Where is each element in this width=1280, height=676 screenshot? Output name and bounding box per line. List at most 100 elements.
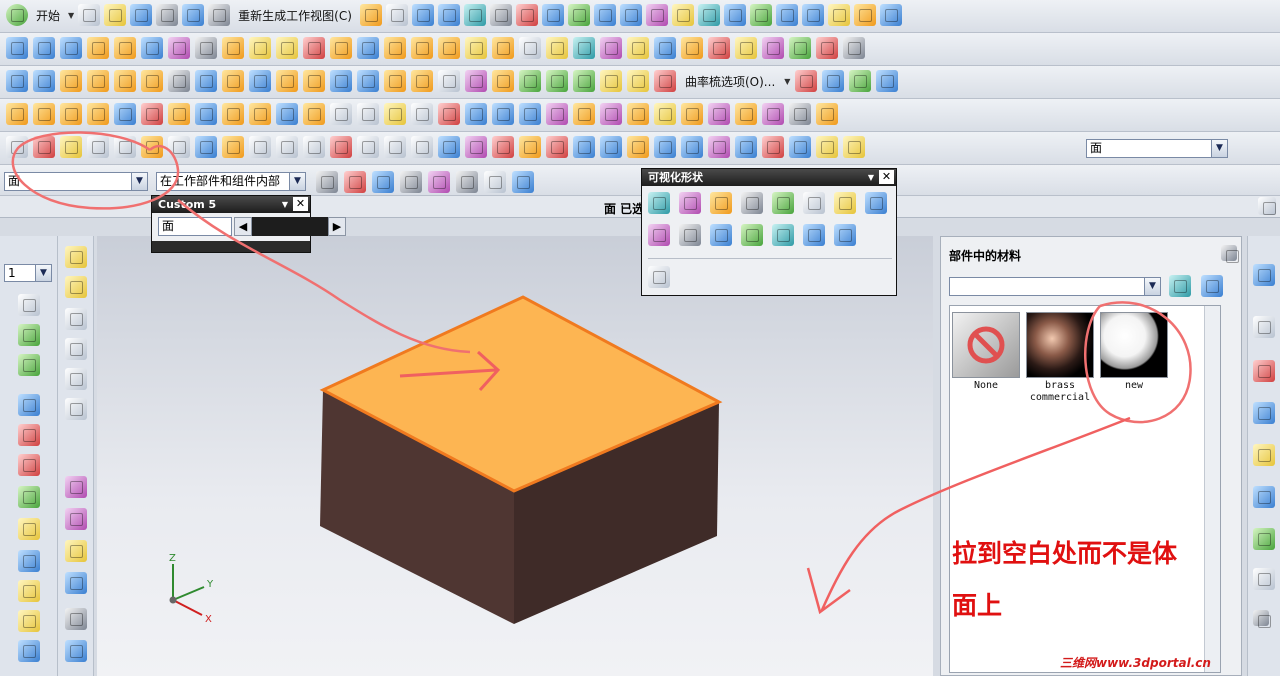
orient-view-icon[interactable] xyxy=(463,4,486,26)
roles-tab-icon[interactable] xyxy=(1253,402,1275,424)
wcs-rotate-icon[interactable] xyxy=(18,454,40,476)
warp-icon[interactable] xyxy=(735,37,757,59)
users-tab-icon[interactable] xyxy=(1253,444,1275,466)
type-filter-select[interactable]: 面 ▼ xyxy=(4,172,148,191)
analysis-icon[interactable] xyxy=(822,70,845,92)
ellipse-icon[interactable] xyxy=(87,136,109,158)
tangent-curve-icon[interactable] xyxy=(65,368,87,390)
layer-visible-icon[interactable] xyxy=(18,324,40,346)
thread-icon[interactable] xyxy=(168,70,190,92)
plus-point-icon[interactable] xyxy=(276,136,298,158)
rotate-icon[interactable] xyxy=(437,4,460,26)
intent-icon[interactable] xyxy=(456,171,478,193)
replay-icon[interactable] xyxy=(708,103,730,125)
promote-icon[interactable] xyxy=(762,103,784,125)
polygon-icon[interactable] xyxy=(384,136,406,158)
background-icon[interactable] xyxy=(710,224,732,246)
feature-group-icon[interactable] xyxy=(735,103,757,125)
coordinate-icon[interactable] xyxy=(65,640,87,662)
revolve-icon[interactable] xyxy=(33,70,55,92)
through-mesh-icon[interactable] xyxy=(87,37,109,59)
offset-face-icon[interactable] xyxy=(438,70,460,92)
shaded-sphere-icon[interactable] xyxy=(567,4,590,26)
assembly-navigator-icon[interactable] xyxy=(6,103,28,125)
refresh-icon[interactable] xyxy=(541,4,564,26)
reorder-icon[interactable] xyxy=(627,103,649,125)
start-menu-button[interactable]: 开始 xyxy=(32,7,64,24)
layer-select[interactable]: 1 ▼ xyxy=(4,264,52,282)
fit-view-icon[interactable] xyxy=(359,4,382,26)
swept-icon[interactable] xyxy=(114,37,136,59)
edit-parameters-icon[interactable] xyxy=(573,103,595,125)
move-face-icon[interactable] xyxy=(384,103,406,125)
stage-icon[interactable] xyxy=(803,224,825,246)
close-icon[interactable]: ✕ xyxy=(879,170,894,184)
shaded-cube-icon[interactable] xyxy=(679,224,701,246)
intersect-curve-icon[interactable] xyxy=(600,136,622,158)
ruler-icon[interactable] xyxy=(600,70,622,92)
custom5-type-field[interactable]: 面 xyxy=(158,217,232,236)
visual-shape-title-bar[interactable]: 可视化形状 ▼ ✕ xyxy=(642,169,896,186)
curvature-comb-options-button[interactable]: 曲率梳选项(O)... xyxy=(681,73,779,90)
show-body-icon[interactable] xyxy=(816,103,838,125)
edit-curve-icon[interactable] xyxy=(816,136,838,158)
chevron-down-icon[interactable]: ▼ xyxy=(1211,140,1227,157)
assembly-nav-tab-icon[interactable] xyxy=(1253,264,1275,286)
rectangle-select-icon[interactable] xyxy=(484,171,506,193)
x-form-icon[interactable] xyxy=(546,37,568,59)
curve-tool-icon[interactable] xyxy=(65,246,87,268)
studio-icon[interactable] xyxy=(671,4,694,26)
extrude-icon[interactable] xyxy=(6,70,28,92)
layer-icon[interactable] xyxy=(749,4,772,26)
cone-icon[interactable] xyxy=(357,70,379,92)
material-tile-new[interactable]: new xyxy=(1100,312,1168,392)
chevron-down-icon[interactable]: ▼ xyxy=(1144,278,1160,295)
chevron-down-icon[interactable]: ▼ xyxy=(289,173,305,190)
block-icon[interactable] xyxy=(60,70,82,92)
material-scrollbar[interactable] xyxy=(1204,306,1220,672)
delete-feature-icon[interactable] xyxy=(681,103,703,125)
wcs-dynamic-icon[interactable] xyxy=(18,424,40,446)
subtract-icon[interactable] xyxy=(519,70,541,92)
n-sided-icon[interactable] xyxy=(195,37,217,59)
law-extension-icon[interactable] xyxy=(276,37,298,59)
filter-icon[interactable] xyxy=(316,171,338,193)
solid-cylinder-icon[interactable] xyxy=(519,103,541,125)
boss-icon[interactable] xyxy=(303,70,325,92)
chevron-down-icon[interactable]: ▼ xyxy=(131,173,147,190)
sew-icon[interactable] xyxy=(438,37,460,59)
regenerate-view-button[interactable]: 重新生成工作视图(C) xyxy=(234,7,356,24)
wireframe-icon[interactable] xyxy=(645,4,668,26)
decal-icon[interactable] xyxy=(741,224,763,246)
mesh-icon[interactable] xyxy=(816,37,838,59)
xyz-law-icon[interactable] xyxy=(465,136,487,158)
circle-icon[interactable] xyxy=(60,136,82,158)
material-library-icon[interactable] xyxy=(1201,275,1223,297)
arc-icon[interactable] xyxy=(33,136,55,158)
right-type-filter-select[interactable]: 面 ▼ xyxy=(1086,139,1228,158)
cross-curve-icon[interactable] xyxy=(65,338,87,360)
spline-icon[interactable] xyxy=(114,136,136,158)
maximize-icon[interactable] xyxy=(1258,197,1276,215)
face-rule-icon[interactable] xyxy=(400,171,422,193)
scroll-right-icon[interactable]: ▶ xyxy=(328,217,346,236)
light-editor-icon[interactable] xyxy=(834,192,856,214)
surface-flow-icon[interactable] xyxy=(65,540,87,562)
nx5-block-icon[interactable] xyxy=(141,103,163,125)
sketch-curve-icon[interactable] xyxy=(600,37,622,59)
cube-feature-icon[interactable] xyxy=(195,103,217,125)
i-form-icon[interactable] xyxy=(573,37,595,59)
chevron-down-icon[interactable]: ▼ xyxy=(35,265,51,281)
new-file-icon[interactable] xyxy=(78,4,101,26)
offset-surface-icon[interactable] xyxy=(303,37,325,59)
fold-icon[interactable] xyxy=(681,37,703,59)
extension-icon[interactable] xyxy=(249,37,271,59)
ruled-surface-icon[interactable] xyxy=(33,37,55,59)
bridge-surface-icon[interactable] xyxy=(168,37,190,59)
person-icon[interactable] xyxy=(865,192,887,214)
wcs-set-icon[interactable] xyxy=(18,580,40,602)
open-folder-icon[interactable] xyxy=(104,4,127,26)
untrim-icon[interactable] xyxy=(411,37,433,59)
spiral-icon[interactable] xyxy=(438,136,460,158)
solid-feature-icon[interactable] xyxy=(249,103,271,125)
